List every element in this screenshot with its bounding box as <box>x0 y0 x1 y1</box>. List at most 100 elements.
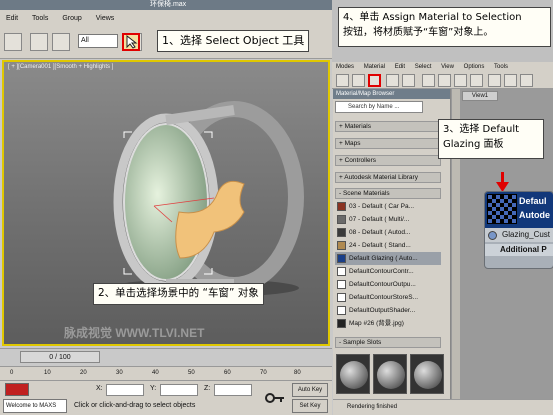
sample-sphere-icon <box>340 361 368 389</box>
material-swatch <box>337 280 346 289</box>
ruler-tick: 20 <box>80 370 87 376</box>
x-coordinate-field[interactable] <box>106 384 144 396</box>
material-swatch <box>337 202 346 211</box>
menu-select[interactable]: Select <box>411 62 436 72</box>
node-title: Defaul <box>519 196 547 206</box>
ruler-tick: 70 <box>260 370 267 376</box>
menu-views[interactable]: Views <box>90 10 121 27</box>
list-item-default-glazing[interactable]: Default Glazing ( Auto... <box>335 252 441 265</box>
show-background-icon[interactable] <box>438 74 451 87</box>
menu-edit[interactable]: Edit <box>0 10 24 27</box>
callout-line: 4、单击 Assign Material to Selection <box>343 12 522 23</box>
layout-children-icon[interactable] <box>470 74 483 87</box>
track-bar[interactable]: 0 10 20 30 40 50 60 70 80 <box>0 366 332 380</box>
y-coordinate-field[interactable] <box>160 384 198 396</box>
node-header: Defaul Autode <box>485 192 553 228</box>
navigator-icon[interactable] <box>520 74 533 87</box>
select-tool-icon[interactable] <box>336 74 349 87</box>
assign-material-to-selection-button[interactable] <box>368 74 381 87</box>
watermark-text: 脉成视觉 WWW.TLVI.NET <box>64 326 205 340</box>
move-children-icon[interactable] <box>402 74 415 87</box>
category-materials[interactable]: + Materials <box>335 121 441 132</box>
material-node-default-glazing[interactable]: Defaul Autode Glazing_Cust Additional P <box>484 191 553 269</box>
input-socket-icon[interactable] <box>488 231 497 240</box>
menu-edit[interactable]: Edit <box>391 62 409 72</box>
list-item[interactable]: DefaultContourOutpu... <box>335 278 441 291</box>
cursor-icon <box>126 34 138 49</box>
material-preview-icon <box>487 194 517 224</box>
category-maps[interactable]: + Maps <box>335 138 441 149</box>
material-swatch <box>337 241 346 250</box>
menu-view[interactable]: View <box>437 62 458 72</box>
select-object-button[interactable] <box>122 33 140 51</box>
material-parameter-editor-icon[interactable] <box>488 74 501 87</box>
category-scene-materials[interactable]: - Scene Materials <box>335 188 441 199</box>
list-item[interactable]: 03 - Default ( Car Pa... <box>335 200 441 213</box>
material-swatch <box>337 254 346 263</box>
selection-filter-dropdown[interactable]: All <box>78 34 118 48</box>
set-key-button[interactable]: Set Key <box>292 399 328 413</box>
key-icon[interactable] <box>264 387 286 409</box>
material-swatch <box>337 228 346 237</box>
menu-tools[interactable]: Tools <box>26 10 54 27</box>
sample-slot[interactable] <box>336 354 370 394</box>
category-sample-slots[interactable]: - Sample Slots <box>335 337 441 348</box>
menu-bar: Edit Tools Group Views <box>0 10 332 27</box>
category-autodesk-material-library[interactable]: + Autodesk Material Library <box>335 172 441 183</box>
list-item[interactable]: DefaultContourContr... <box>335 265 441 278</box>
delete-icon[interactable] <box>386 74 399 87</box>
show-map-icon[interactable] <box>422 74 435 87</box>
sample-sphere-icon <box>414 361 442 389</box>
callout-line: Glazing 面板 <box>443 139 504 150</box>
link-icon[interactable] <box>30 33 48 51</box>
window-title: 环保椅.max <box>150 1 187 8</box>
layout-icon[interactable] <box>454 74 467 87</box>
list-item[interactable]: 08 - Default ( Autod... <box>335 226 441 239</box>
ruler-tick: 10 <box>44 370 51 376</box>
select-by-material-icon[interactable] <box>504 74 517 87</box>
sample-sphere-icon <box>377 361 405 389</box>
maxscript-listener[interactable]: Welcome to MAXS <box>3 399 67 413</box>
ruler-tick: 30 <box>116 370 123 376</box>
selection-lock-icon[interactable] <box>5 383 29 396</box>
tab-view1[interactable]: View1 <box>462 91 498 101</box>
time-slider[interactable]: 0 / 100 <box>20 351 100 363</box>
list-item[interactable]: Map #26 (背景.jpg) <box>335 317 441 330</box>
callout-step-4: 4、单击 Assign Material to Selection 按钮，将材质… <box>338 7 551 47</box>
pick-material-icon[interactable] <box>352 74 365 87</box>
ruler-tick: 80 <box>294 370 301 376</box>
list-item[interactable]: DefaultContourStoreS... <box>335 291 441 304</box>
callout-step-2: 2、单击选择场景中的 “车窗” 对象 <box>93 283 264 305</box>
sample-slot[interactable] <box>373 354 407 394</box>
menu-tools[interactable]: Tools <box>490 62 512 72</box>
callout-line: 按钮，将材质赋予“车窗”对象上。 <box>343 27 494 38</box>
node-rollout-additional[interactable]: Additional P <box>485 244 553 256</box>
menu-modes[interactable]: Modes <box>332 62 358 72</box>
z-coordinate-field[interactable] <box>214 384 252 396</box>
material-swatch <box>337 293 346 302</box>
category-controllers[interactable]: + Controllers <box>335 155 441 166</box>
unlink-icon[interactable] <box>52 33 70 51</box>
list-item[interactable]: DefaultOutputShader... <box>335 304 441 317</box>
material-map-browser: Material/Map Browser Search by Name ... … <box>333 89 451 399</box>
menu-group[interactable]: Group <box>56 10 87 27</box>
x-label: X: <box>96 385 103 392</box>
time-slider-bar: 0 / 100 <box>0 348 332 366</box>
material-swatch <box>337 319 346 328</box>
status-bar: X: Y: Z: Welcome to MAXS Click or click-… <box>0 380 332 415</box>
ruler-tick: 50 <box>188 370 195 376</box>
node-subtitle: Autode <box>519 210 550 220</box>
material-swatch <box>337 215 346 224</box>
list-item[interactable]: 24 - Default ( Stand... <box>335 239 441 252</box>
callout-step-3: 3、选择 Default Glazing 面板 <box>438 119 544 159</box>
sample-slot[interactable] <box>410 354 444 394</box>
list-item[interactable]: 07 - Default ( Multi/... <box>335 213 441 226</box>
menu-options[interactable]: Options <box>460 62 489 72</box>
z-label: Z: <box>204 385 211 392</box>
undo-icon[interactable] <box>4 33 22 51</box>
menu-material[interactable]: Material <box>360 62 389 72</box>
auto-key-button[interactable]: Auto Key <box>292 383 328 397</box>
ruler-tick: 0 <box>10 370 14 376</box>
browser-search-input[interactable]: Search by Name ... <box>335 101 423 113</box>
material-swatch <box>337 267 346 276</box>
